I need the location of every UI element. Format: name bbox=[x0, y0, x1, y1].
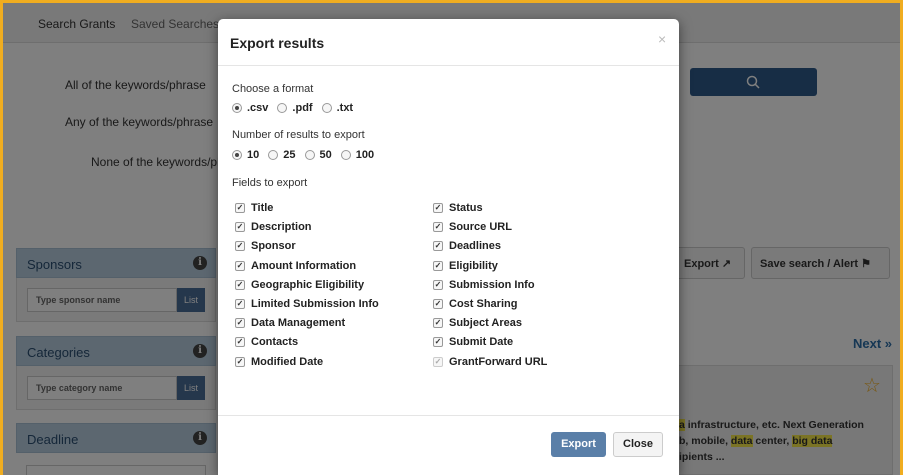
field-label: Description bbox=[251, 221, 312, 234]
checkbox[interactable]: ✓ bbox=[433, 203, 443, 213]
radio-button[interactable] bbox=[340, 150, 351, 160]
field-label: GrantForward URL bbox=[449, 355, 548, 368]
field-label: Geographic Eligibility bbox=[251, 278, 365, 291]
field-checkbox-item[interactable]: ✓ Contacts bbox=[235, 336, 298, 348]
count-option[interactable]: 10 bbox=[232, 149, 259, 161]
field-checkbox-item[interactable]: ✓ Cost Sharing bbox=[433, 298, 517, 310]
fields-label: Fields to export bbox=[232, 177, 308, 189]
format-label: Choose a format bbox=[232, 83, 314, 95]
close-icon[interactable]: × bbox=[658, 31, 666, 47]
field-checkbox-item[interactable]: ✓ Status bbox=[433, 202, 483, 214]
count-option[interactable]: 100 bbox=[340, 149, 375, 161]
checkbox[interactable]: ✓ bbox=[235, 318, 245, 329]
field-checkbox-item[interactable]: ✓ Geographic Eligibility bbox=[235, 279, 364, 291]
radio-button[interactable] bbox=[277, 103, 288, 113]
field-label: Amount Information bbox=[251, 259, 357, 272]
checkbox[interactable]: ✓ bbox=[235, 337, 245, 348]
browser-viewport: Search Grants Saved Searches All of the … bbox=[3, 3, 900, 475]
field-label: Modified Date bbox=[251, 355, 324, 368]
checkbox[interactable]: ✓ bbox=[235, 279, 245, 290]
checkbox[interactable]: ✓ bbox=[235, 203, 245, 213]
count-option-label: 100 bbox=[355, 149, 375, 161]
field-label: Cost Sharing bbox=[449, 298, 518, 310]
field-label: Source URL bbox=[449, 221, 512, 234]
field-checkbox-item[interactable]: ✓ Modified Date bbox=[235, 356, 323, 368]
field-checkbox-item[interactable]: ✓ Eligibility bbox=[433, 260, 498, 272]
field-label: Sponsor bbox=[251, 240, 296, 253]
field-checkbox-item[interactable]: ✓ Submit Date bbox=[433, 336, 513, 348]
modal-title: Export results bbox=[230, 35, 325, 51]
format-option-label: .pdf bbox=[292, 102, 313, 114]
field-label: Submission Info bbox=[449, 278, 535, 291]
radio-button[interactable] bbox=[268, 150, 279, 160]
count-option[interactable]: 50 bbox=[304, 149, 332, 161]
format-option[interactable]: .pdf bbox=[277, 102, 313, 114]
field-checkbox-item[interactable]: ✓ Sponsor bbox=[235, 240, 296, 252]
checkbox[interactable]: ✓ bbox=[433, 356, 443, 367]
count-radio-group: 10 25 50 100 bbox=[232, 149, 383, 161]
field-label: Contacts bbox=[251, 336, 299, 349]
export-results-modal: Export results × Choose a format .csv .pd… bbox=[218, 19, 679, 475]
field-label: Subject Areas bbox=[449, 317, 522, 330]
checkbox[interactable]: ✓ bbox=[433, 299, 443, 309]
field-checkbox-item[interactable]: ✓ Amount Information bbox=[235, 260, 356, 272]
field-checkbox-item[interactable]: ✓ Submission Info bbox=[433, 279, 535, 291]
checkbox[interactable]: ✓ bbox=[235, 241, 245, 252]
format-radio-group: .csv .pdf .txt bbox=[232, 102, 362, 114]
export-button[interactable]: Export bbox=[551, 432, 606, 457]
checkbox[interactable]: ✓ bbox=[235, 260, 245, 271]
field-label: Submit Date bbox=[449, 336, 514, 349]
field-checkbox-item[interactable]: ✓ Deadlines bbox=[433, 240, 501, 252]
format-option[interactable]: .txt bbox=[321, 102, 354, 114]
field-checkbox-item[interactable]: ✓ Description bbox=[235, 221, 312, 233]
field-label: Limited Submission Info bbox=[251, 298, 379, 310]
checkbox[interactable]: ✓ bbox=[235, 356, 245, 367]
checkbox[interactable]: ✓ bbox=[433, 279, 443, 290]
radio-button[interactable] bbox=[304, 150, 315, 160]
radio-button[interactable] bbox=[232, 150, 242, 160]
format-option[interactable]: .csv bbox=[232, 102, 268, 114]
field-label: Eligibility bbox=[449, 259, 498, 272]
field-checkbox-item[interactable]: ✓ Data Management bbox=[235, 317, 345, 329]
field-label: Deadlines bbox=[449, 240, 501, 253]
checkbox[interactable]: ✓ bbox=[433, 222, 443, 233]
field-checkbox-item[interactable]: ✓ GrantForward URL bbox=[433, 356, 547, 368]
count-option-label: 50 bbox=[319, 149, 332, 161]
checkbox[interactable]: ✓ bbox=[433, 337, 443, 348]
field-checkbox-item[interactable]: ✓ Source URL bbox=[433, 221, 512, 233]
field-label: Status bbox=[449, 202, 483, 214]
checkbox[interactable]: ✓ bbox=[433, 260, 443, 271]
checkbox[interactable]: ✓ bbox=[235, 299, 245, 309]
count-label: Number of results to export bbox=[232, 129, 365, 141]
checkbox[interactable]: ✓ bbox=[235, 222, 245, 233]
field-label: Data Management bbox=[251, 317, 346, 330]
field-label: Title bbox=[251, 202, 274, 214]
count-option-label: 10 bbox=[247, 149, 260, 161]
format-option-label: .txt bbox=[336, 102, 354, 114]
field-checkbox-item[interactable]: ✓ Title bbox=[235, 202, 273, 214]
field-checkbox-item[interactable]: ✓ Subject Areas bbox=[433, 317, 522, 329]
count-option-label: 25 bbox=[283, 149, 296, 161]
checkbox[interactable]: ✓ bbox=[433, 241, 443, 252]
radio-button[interactable] bbox=[321, 103, 332, 113]
modal-header: Export results × bbox=[218, 19, 679, 66]
close-button[interactable]: Close bbox=[613, 432, 663, 457]
modal-footer bbox=[218, 415, 679, 475]
checkbox[interactable]: ✓ bbox=[433, 318, 443, 329]
radio-button[interactable] bbox=[232, 103, 242, 113]
format-option-label: .csv bbox=[247, 102, 269, 114]
count-option[interactable]: 25 bbox=[268, 149, 296, 161]
field-checkbox-item[interactable]: ✓ Limited Submission Info bbox=[235, 298, 379, 310]
